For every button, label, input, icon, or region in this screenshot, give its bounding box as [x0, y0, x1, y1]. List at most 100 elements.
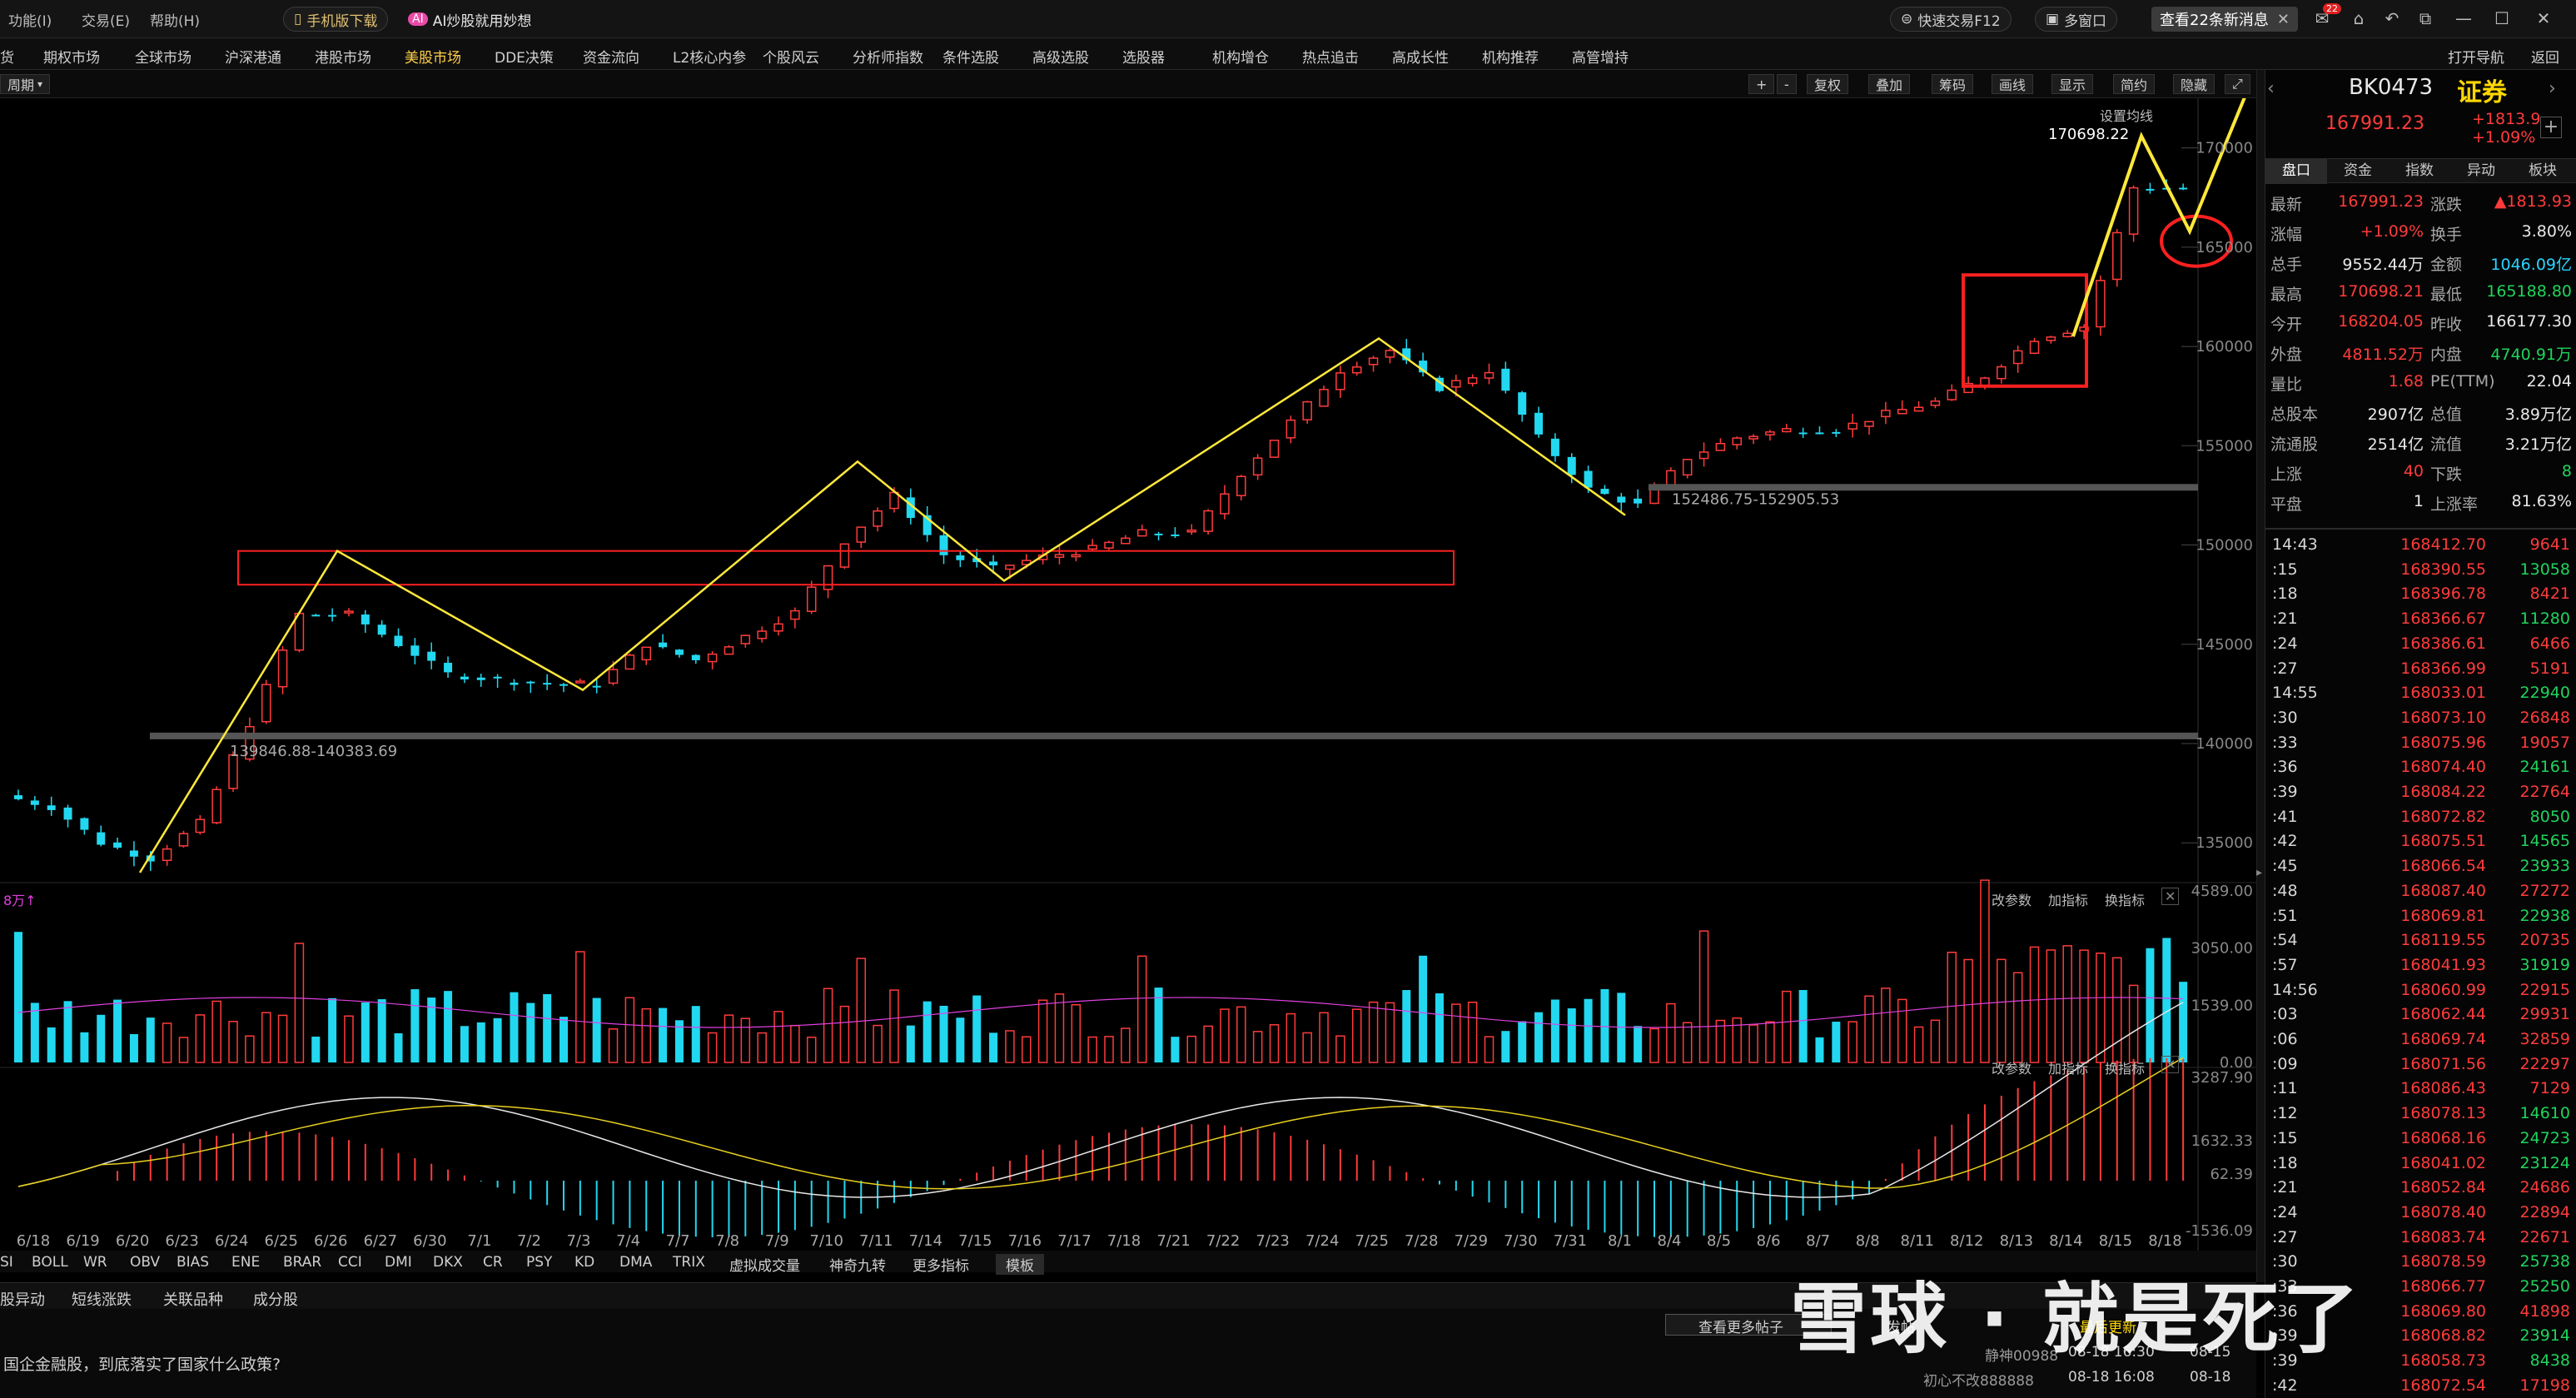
tab-stock-movement[interactable]: 股异动	[0, 1288, 45, 1310]
nav-item-l2[interactable]: L2核心内参	[673, 46, 746, 67]
simple-button[interactable]: 简约	[2113, 74, 2156, 94]
macd-add-indicator[interactable]: 加指标	[2048, 1057, 2088, 1077]
chips-button[interactable]: 筹码	[1932, 74, 1974, 94]
indicator-tab-5[interactable]: ENE	[231, 1254, 260, 1271]
indicator-tab-7[interactable]: CCI	[338, 1254, 362, 1271]
indicator-tab-12[interactable]: KD	[574, 1254, 594, 1271]
date-tick-label: 6/18	[17, 1232, 50, 1250]
adjust-button[interactable]: 复权	[1807, 74, 1849, 94]
volume-add-indicator[interactable]: 加指标	[2048, 889, 2088, 909]
indicator-tab-10[interactable]: CR	[483, 1254, 503, 1271]
more-posts-button[interactable]: 查看更多帖子	[1698, 1316, 1783, 1336]
indicator-tab-17[interactable]: 更多指标	[913, 1254, 969, 1275]
indicator-tab-18[interactable]: 模板	[996, 1254, 1044, 1275]
mobile-download-button[interactable]: ▯ 手机版下载	[283, 7, 389, 32]
menu-trade[interactable]: 交易(E)	[82, 9, 130, 30]
indicator-tab-16[interactable]: 神奇九转	[829, 1254, 886, 1275]
tab-constituents[interactable]: 成分股	[253, 1288, 298, 1310]
tab-short-term[interactable]: 短线涨跌	[72, 1288, 132, 1310]
quote-row: 最高 170698.21 最低 165188.80	[2265, 276, 2576, 306]
tick-volume: 27272	[2519, 881, 2570, 900]
zoom-in-button[interactable]: +	[1748, 74, 1775, 94]
restore-icon[interactable]: ⧉	[2413, 8, 2438, 28]
indicator-tab-13[interactable]: DMA	[619, 1254, 652, 1271]
period-dropdown[interactable]: 周期 ▾	[0, 74, 51, 94]
hide-button[interactable]: 隐藏	[2173, 74, 2215, 94]
ai-banner[interactable]: AI AI炒股就用妙想	[398, 7, 541, 32]
add-watchlist-icon[interactable]: +	[2540, 117, 2562, 138]
macd-close-icon[interactable]: ✕	[2161, 1056, 2180, 1073]
kline-chart[interactable]: 152486.75-152905.53 139846.88-140383.69 17…	[0, 98, 2256, 1251]
new-messages-button[interactable]: 查看22条新消息 ✕	[2151, 7, 2298, 32]
multi-window-button[interactable]: ▣ 多窗口	[2035, 7, 2118, 32]
nav-item-us[interactable]: 美股市场	[405, 46, 461, 67]
home-icon[interactable]: ⌂	[2346, 8, 2371, 28]
nav-item-exec[interactable]: 高管增持	[1572, 46, 1629, 67]
fullscreen-icon[interactable]: ⤢	[2225, 74, 2250, 94]
minimize-icon[interactable]: —	[2451, 8, 2476, 28]
nav-item-options[interactable]: 期权市场	[43, 46, 100, 67]
nav-item-hk[interactable]: 港股市场	[315, 46, 371, 67]
nav-item-global[interactable]: 全球市场	[135, 46, 191, 67]
maximize-icon[interactable]: ☐	[2489, 8, 2514, 28]
indicator-tab-4[interactable]: BIAS	[177, 1254, 209, 1271]
indicator-tab-15[interactable]: 虚拟成交量	[729, 1254, 800, 1275]
nav-item-analyst[interactable]: 分析师指数	[853, 46, 923, 67]
tab-fund[interactable]: 资金	[2327, 159, 2389, 184]
nav-item-condition[interactable]: 条件选股	[942, 46, 999, 67]
zoom-out-button[interactable]: -	[1777, 74, 1797, 94]
tab-movement[interactable]: 异动	[2450, 159, 2512, 184]
quote-label: 最高	[2270, 286, 2303, 304]
macd-edit-params[interactable]: 改参数	[1992, 1057, 2031, 1077]
news-headline[interactable]: 国企金融股，到底落实了国家什么政策?	[3, 1352, 281, 1375]
indicator-tab-6[interactable]: BRAR	[283, 1254, 321, 1271]
nav-item-0[interactable]: 货	[0, 46, 14, 67]
quote-value: ▲1813.93	[2494, 192, 2572, 211]
collapse-right-icon[interactable]: ›	[2549, 78, 2556, 99]
nav-item-advanced[interactable]: 高级选股	[1032, 46, 1089, 67]
nav-open-navigation[interactable]: 打开导航	[2448, 46, 2504, 67]
display-button[interactable]: 显示	[2051, 74, 2094, 94]
window-close-icon[interactable]: ✕	[2531, 8, 2556, 28]
indicator-tab-9[interactable]: DKX	[433, 1254, 463, 1271]
expand-panel-icon[interactable]: ▸	[2256, 866, 2262, 879]
macd-tick-label: 1632.33	[2191, 1132, 2253, 1150]
tab-orderbook[interactable]: 盘口	[2265, 159, 2327, 184]
volume-close-icon[interactable]: ✕	[2161, 888, 2180, 905]
quick-trade-button[interactable]: ⊜ 快速交易F12	[1890, 7, 2012, 32]
set-ma-button[interactable]: 设置均线	[2100, 105, 2153, 125]
tab-index[interactable]: 指数	[2389, 159, 2450, 184]
nav-item-hot[interactable]: 热点追击	[1302, 46, 1359, 67]
tab-sector[interactable]: 板块	[2512, 159, 2574, 184]
volume-edit-params[interactable]: 改参数	[1992, 889, 2031, 909]
nav-item-growth[interactable]: 高成长性	[1392, 46, 1449, 67]
overlay-button[interactable]: 叠加	[1868, 74, 1911, 94]
indicator-tab-11[interactable]: PSY	[526, 1254, 552, 1271]
nav-item-stock-news[interactable]: 个股风云	[763, 46, 819, 67]
nav-item-dde[interactable]: DDE决策	[495, 46, 554, 67]
indicator-tab-1[interactable]: BOLL	[32, 1254, 68, 1271]
macd-switch-indicator[interactable]: 换指标	[2105, 1057, 2145, 1077]
indicator-tab-0[interactable]: SI	[0, 1254, 13, 1271]
quote-label: 平盘	[2270, 495, 2303, 514]
menu-help[interactable]: 帮助(H)	[150, 9, 200, 30]
close-icon[interactable]: ✕	[2277, 11, 2290, 28]
indicator-tab-14[interactable]: TRIX	[673, 1254, 705, 1271]
nav-item-screener[interactable]: 选股器	[1122, 46, 1165, 67]
tick-time: :15	[2272, 1128, 2298, 1147]
menu-function[interactable]: 功能(I)	[8, 9, 52, 30]
nav-item-inst-add[interactable]: 机构增仓	[1212, 46, 1269, 67]
volume-switch-indicator[interactable]: 换指标	[2105, 889, 2145, 909]
indicator-tab-8[interactable]: DMI	[385, 1254, 412, 1271]
indicator-tab-3[interactable]: OBV	[130, 1254, 160, 1271]
indicator-tab-2[interactable]: WR	[83, 1254, 107, 1271]
nav-item-connect[interactable]: 沪深港通	[225, 46, 281, 67]
tab-related[interactable]: 关联品种	[163, 1288, 223, 1310]
draw-button[interactable]: 画线	[1992, 74, 2034, 94]
undo-icon[interactable]: ↶	[2380, 8, 2404, 28]
chart-scrollbar[interactable]	[2256, 70, 2265, 1282]
nav-back[interactable]: 返回	[2531, 46, 2559, 67]
nav-item-fund-flow[interactable]: 资金流向	[583, 46, 639, 67]
collapse-left-icon[interactable]: ‹	[2267, 78, 2275, 99]
nav-item-inst-rec[interactable]: 机构推荐	[1482, 46, 1539, 67]
